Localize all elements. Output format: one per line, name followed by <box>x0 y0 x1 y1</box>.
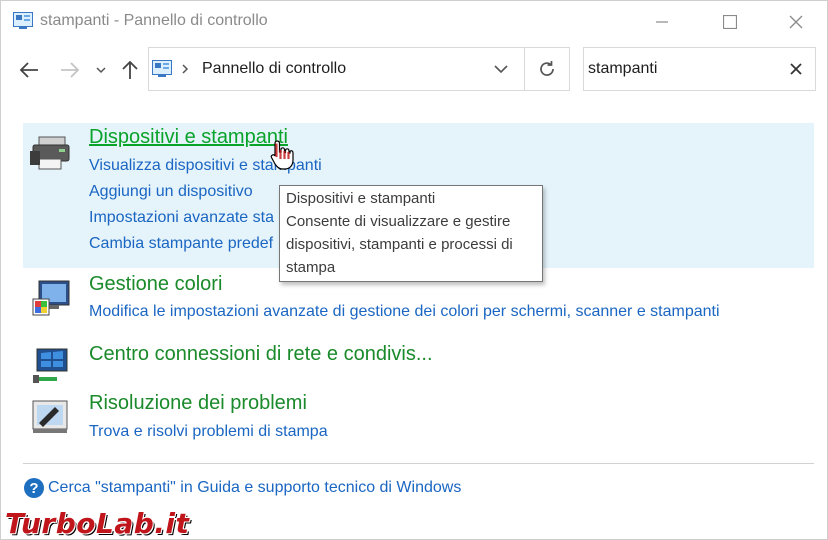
minimize-button[interactable] <box>629 1 695 43</box>
close-icon <box>790 63 802 75</box>
maximize-button[interactable] <box>697 1 763 43</box>
search-input[interactable] <box>588 60 768 78</box>
printer-device-icon <box>30 136 70 170</box>
title-bar[interactable]: stampanti - Pannello di controllo <box>1 1 827 43</box>
search-box[interactable] <box>583 47 816 91</box>
back-button[interactable] <box>17 57 41 83</box>
control-panel-window: stampanti - Pannello di controllo Pannel… <box>0 0 828 540</box>
arrow-right-icon <box>61 62 80 78</box>
window-title: stampanti - Pannello di controllo <box>40 12 268 29</box>
arrow-up-icon <box>122 60 138 79</box>
tooltip-line: dispositivi, stampanti e processi di <box>286 236 513 253</box>
breadcrumb-chevron-icon[interactable] <box>179 60 191 78</box>
link-find-fix-printing[interactable]: Trova e risolvi problemi di stampa <box>89 423 328 441</box>
tooltip-line: Consente di visualizzare e gestire <box>286 213 511 230</box>
address-bar[interactable]: Pannello di controllo <box>148 47 570 91</box>
link-change-default-printer[interactable]: Cambia stampante predef <box>89 235 273 253</box>
link-advanced-printer-settings[interactable]: Impostazioni avanzate sta <box>89 209 274 227</box>
result-troubleshooting[interactable]: Risoluzione dei problemi Trova e risolvi… <box>23 387 814 447</box>
result-title[interactable]: Risoluzione dei problemi <box>89 392 307 415</box>
chevron-down-icon <box>494 64 508 73</box>
close-icon <box>789 15 803 29</box>
network-center-icon <box>33 348 68 383</box>
refresh-button[interactable] <box>524 47 570 91</box>
arrow-left-icon <box>19 62 38 78</box>
result-network-center[interactable]: Centro connessioni di rete e condivis... <box>23 337 814 387</box>
color-management-icon <box>32 280 70 316</box>
close-button[interactable] <box>763 1 828 43</box>
tooltip-line: stampa <box>286 259 336 276</box>
maximize-icon <box>723 15 737 29</box>
control-panel-icon <box>13 12 33 29</box>
watermark-logo: TurboLab.it <box>5 507 190 540</box>
result-title[interactable]: Centro connessioni di rete e condivis... <box>89 343 433 366</box>
result-title[interactable]: Dispositivi e stampanti <box>89 126 288 149</box>
clear-search-button[interactable] <box>785 59 807 79</box>
tooltip: Dispositivi e stampanti Consente di visu… <box>279 185 543 282</box>
divider <box>23 463 814 464</box>
address-dropdown-button[interactable] <box>490 59 512 79</box>
forward-button[interactable] <box>58 57 82 83</box>
chevron-down-icon <box>96 67 106 74</box>
breadcrumb-control-panel[interactable]: Pannello di controllo <box>202 60 346 78</box>
tooltip-title: Dispositivi e stampanti <box>286 190 436 207</box>
minimize-icon <box>656 21 668 23</box>
link-add-device[interactable]: Aggiungi un dispositivo <box>89 183 253 201</box>
recent-locations-button[interactable] <box>91 57 111 83</box>
control-panel-icon <box>152 60 172 77</box>
link-advanced-color-settings[interactable]: Modifica le impostazioni avanzate di ges… <box>89 303 720 321</box>
help-search-link[interactable]: Cerca "stampanti" in Guida e supporto te… <box>48 479 461 497</box>
watermark: TurboLab.it <box>5 507 190 540</box>
help-icon: ? <box>24 478 44 498</box>
hand-cursor-icon <box>270 140 294 170</box>
troubleshooting-icon <box>32 400 68 433</box>
result-title[interactable]: Gestione colori <box>89 273 222 296</box>
refresh-icon <box>540 61 554 76</box>
up-button[interactable] <box>118 57 142 83</box>
